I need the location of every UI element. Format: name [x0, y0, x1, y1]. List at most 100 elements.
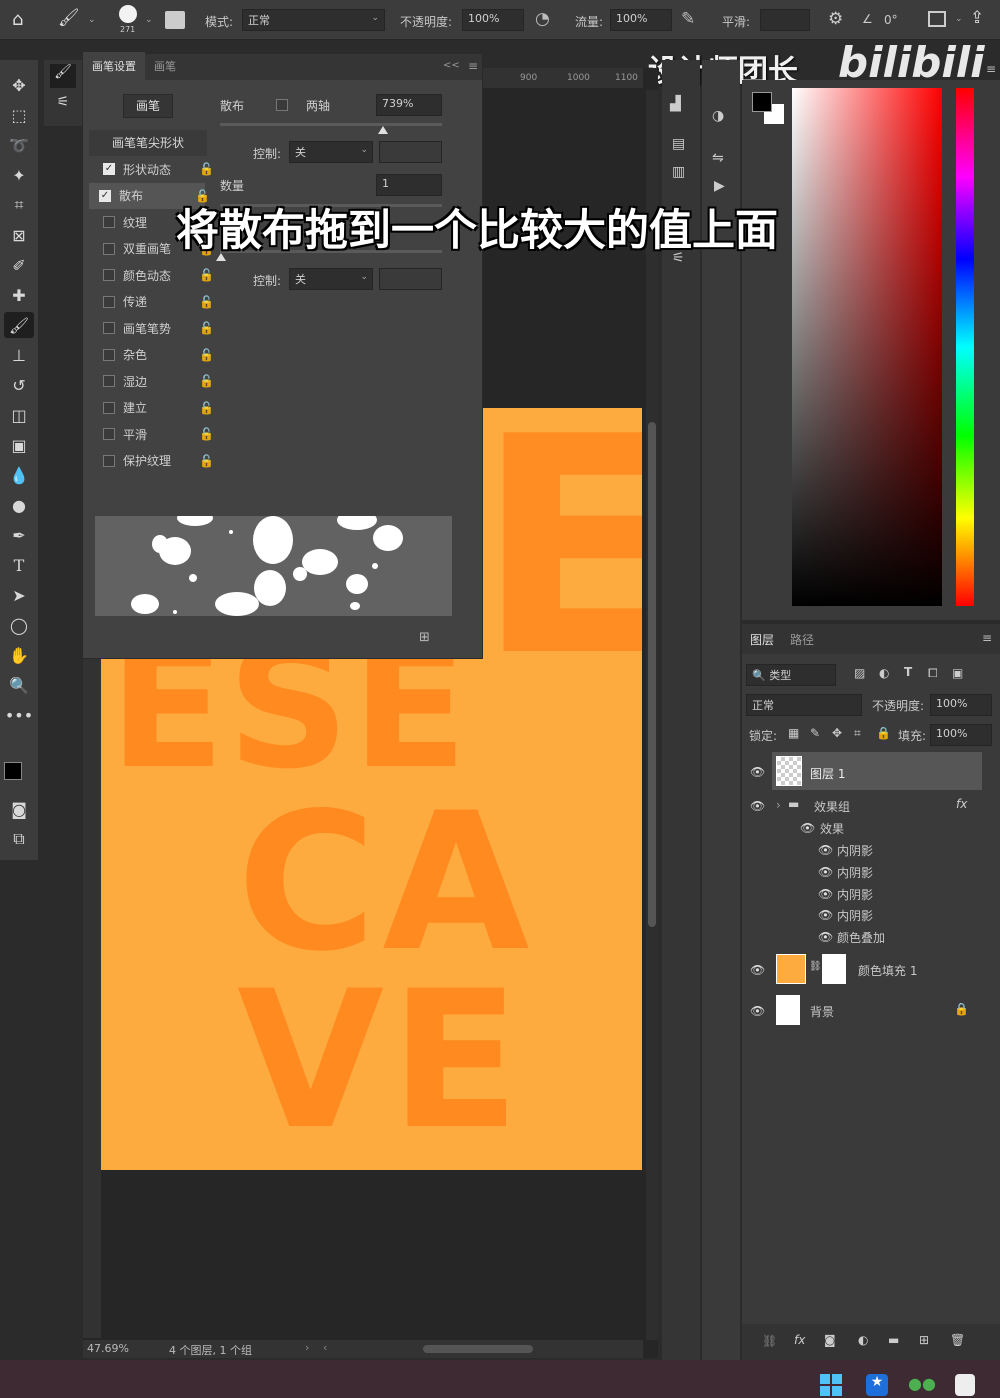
gear-icon[interactable]: ⚙ [828, 9, 843, 29]
path-select-icon[interactable]: ➤ [4, 582, 34, 608]
eye-icon[interactable]: 👁 [750, 765, 765, 779]
zoom-tool-icon[interactable]: 🔍 [4, 672, 34, 698]
screen-mode-icon[interactable]: ⧉ [4, 826, 34, 852]
new-layer-icon[interactable]: ⊞ [919, 1333, 929, 1347]
windows-start-icon[interactable] [820, 1374, 842, 1396]
properties-icon[interactable]: ◑ [712, 108, 724, 124]
healing-brush-icon[interactable]: ✚ [4, 282, 34, 308]
angle-value[interactable]: 0° [884, 13, 898, 27]
stamp-tool-icon[interactable]: ⊥ [4, 342, 34, 368]
chevron-down-icon[interactable]: ⌄ [145, 15, 153, 25]
brush-option-item[interactable]: 画笔笔势 🔓 [93, 315, 214, 341]
gradient-tool-icon[interactable]: ▣ [4, 432, 34, 458]
checkbox[interactable] [103, 454, 115, 467]
brush-option-item[interactable]: 传递 🔓 [93, 289, 214, 315]
lock-icon[interactable]: 🔓 [199, 401, 214, 415]
brush-option-item[interactable]: 颜色动态 🔓 [93, 262, 214, 288]
eye-icon[interactable]: 👁 [750, 1004, 765, 1018]
lock-icon[interactable]: 🔓 [199, 268, 214, 282]
brush-settings-toggle-icon[interactable] [165, 11, 185, 29]
tab-paths[interactable]: 路径 [790, 631, 814, 648]
panel-menu-icon[interactable]: ≡ [982, 631, 992, 645]
new-brush-icon[interactable]: ⊞ [419, 630, 430, 645]
eye-icon[interactable]: 👁 [750, 799, 765, 813]
foreground-color-swatch[interactable] [4, 762, 22, 780]
actions-play-icon[interactable]: ▶ [714, 178, 725, 194]
crop-tool-icon[interactable]: ⌗ [4, 192, 34, 218]
layer-row-selected[interactable] [772, 752, 982, 790]
brush-preview[interactable] [119, 5, 137, 23]
eyedropper-icon[interactable]: ✐ [4, 252, 34, 278]
brush-option-item[interactable]: 建立 🔓 [93, 395, 214, 421]
link-layers-icon[interactable]: ⛓ [762, 1334, 777, 1348]
lock-position-icon[interactable]: ✥ [832, 726, 842, 740]
tab-layers[interactable]: 图层 [750, 631, 774, 648]
filter-pixel-icon[interactable]: ▨ [854, 666, 865, 680]
brush-option-item[interactable]: ✓ 形状动态 🔓 [93, 156, 214, 182]
type-tool-icon[interactable]: T [4, 552, 34, 578]
lasso-tool-icon[interactable]: ➰ [4, 132, 34, 158]
chevron-down-icon[interactable]: ⌄ [955, 14, 963, 24]
vertical-scrollbar[interactable] [646, 90, 658, 1340]
flow-field[interactable]: 100% [610, 9, 672, 31]
eraser-icon[interactable]: ◫ [4, 402, 34, 428]
adjust-dock-icon[interactable]: ⚟ [50, 94, 76, 118]
zoom-level[interactable]: 47.69% [87, 1342, 129, 1355]
panel-menu-icon[interactable]: ≡ [986, 62, 996, 76]
layer-name[interactable]: 效果组 [814, 798, 850, 815]
checkbox[interactable]: ✓ [103, 163, 115, 175]
checkbox[interactable]: ✓ [99, 189, 111, 202]
chevron-down-icon[interactable]: ⌄ [88, 15, 96, 25]
effect-name[interactable]: 内阴影 [837, 864, 873, 881]
hue-slider[interactable] [956, 88, 974, 606]
home-icon[interactable]: ⌂ [12, 9, 23, 30]
magic-wand-icon[interactable]: ✦ [4, 162, 34, 188]
filter-shape-icon[interactable]: ⧠ [928, 666, 938, 681]
eye-icon[interactable]: 👁 [818, 843, 833, 857]
tab-brush-settings[interactable]: 画笔设置 [83, 52, 145, 80]
libraries-icon[interactable]: ⇋ [712, 150, 724, 166]
marquee-tool-icon[interactable]: ⬚ [4, 102, 34, 128]
lock-icon[interactable]: 🔓 [199, 374, 214, 388]
blend-mode-select[interactable]: 正常 [746, 694, 862, 716]
quick-mask-icon[interactable]: ◙ [4, 796, 34, 822]
checkbox[interactable] [103, 375, 115, 387]
effect-name[interactable]: 内阴影 [837, 907, 873, 924]
scatter-slider-track[interactable] [220, 123, 442, 126]
layer-opacity-field[interactable]: 100% [930, 694, 992, 716]
lock-icon[interactable]: 🔓 [199, 162, 214, 176]
layer-name[interactable]: 背景 [810, 1003, 834, 1020]
collapse-icon[interactable]: << [443, 60, 460, 71]
eye-icon[interactable]: 👁 [818, 887, 833, 901]
lock-paint-icon[interactable]: ✎ [810, 726, 820, 740]
chevron-left-icon[interactable]: ‹ [323, 1341, 327, 1354]
checkbox[interactable] [103, 428, 115, 440]
chevron-right-icon[interactable]: › [776, 798, 781, 812]
horizontal-scrollbar-thumb[interactable] [423, 1345, 533, 1353]
wechat-icon[interactable]: ●● [908, 1374, 936, 1396]
control2-select[interactable]: 关 ⌄ [289, 268, 373, 290]
add-mask-icon[interactable]: ◙ [824, 1333, 836, 1347]
smooth-field[interactable] [760, 9, 810, 31]
lock-icon[interactable]: 🔓 [199, 295, 214, 309]
brush-option-item[interactable]: 保护纹理 🔓 [93, 448, 214, 474]
scatter-value-field[interactable]: 739% [376, 94, 442, 116]
eye-icon[interactable]: 👁 [818, 865, 833, 879]
add-style-icon[interactable]: fx [794, 1333, 805, 1347]
new-group-icon[interactable]: ▬ [888, 1333, 899, 1347]
eye-icon[interactable]: 👁 [800, 821, 815, 835]
layer-filter-select[interactable]: 🔍 类型 [746, 664, 836, 686]
effect-name[interactable]: 颜色叠加 [837, 929, 885, 946]
symmetry-icon[interactable] [928, 11, 946, 27]
lock-icon[interactable]: 🔓 [199, 348, 214, 362]
frame-tool-icon[interactable]: ⊠ [4, 222, 34, 248]
lock-artboard-icon[interactable]: ⌗ [854, 726, 861, 741]
effect-name[interactable]: 内阴影 [837, 886, 873, 903]
lock-icon[interactable]: 🔓 [199, 321, 214, 335]
checkbox[interactable] [103, 322, 115, 334]
move-tool-icon[interactable]: ✥ [4, 72, 34, 98]
ellipse-tool-icon[interactable]: ◯ [4, 612, 34, 638]
brush-tip-shape-item[interactable]: 画笔笔尖形状 [89, 130, 207, 156]
opacity-field[interactable]: 100% [462, 9, 524, 31]
brush-option-item[interactable]: 湿边 🔓 [93, 368, 214, 394]
